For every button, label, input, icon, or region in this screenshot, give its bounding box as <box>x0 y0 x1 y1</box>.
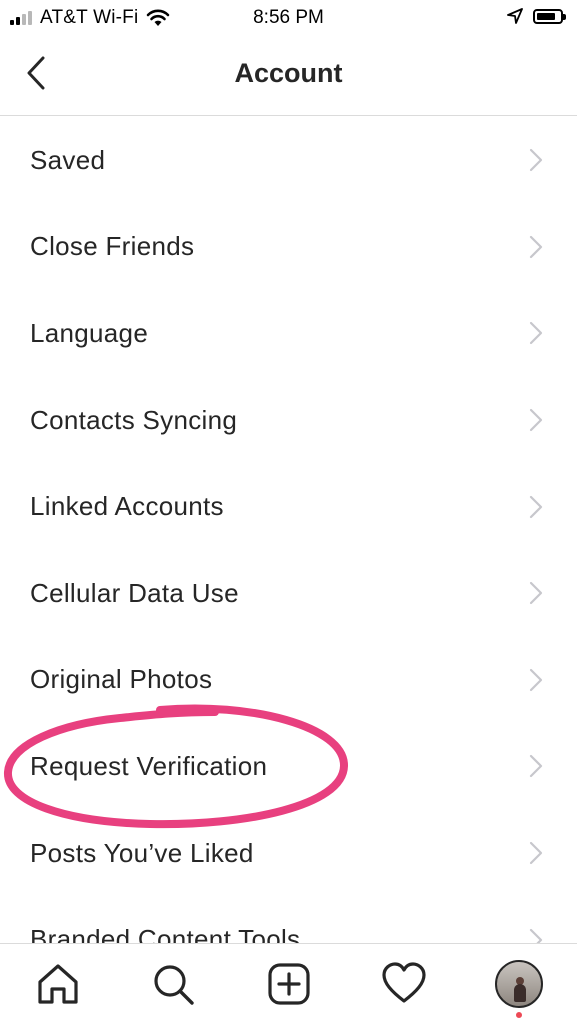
chevron-right-icon <box>529 841 543 865</box>
search-icon <box>154 965 194 1005</box>
list-item-original-photos[interactable]: Original Photos <box>0 637 577 724</box>
list-item-label: Branded Content Tools <box>30 924 301 943</box>
profile-avatar <box>495 960 544 1008</box>
location-arrow-icon <box>507 8 523 24</box>
tab-profile[interactable] <box>462 944 577 1024</box>
list-item-language[interactable]: Language <box>0 290 577 377</box>
list-item-label: Original Photos <box>30 664 213 695</box>
list-item-contacts-syncing[interactable]: Contacts Syncing <box>0 377 577 464</box>
list-item-label: Close Friends <box>30 231 195 262</box>
bottom-tab-bar <box>0 943 577 1024</box>
settings-list: Saved Close Friends Language Contacts Sy… <box>0 117 577 943</box>
status-right <box>507 8 566 24</box>
notification-dot <box>516 1012 523 1018</box>
new-post-icon <box>267 963 310 1005</box>
chevron-right-icon <box>529 495 543 518</box>
chevron-right-icon <box>529 755 543 778</box>
chevron-right-icon <box>529 668 543 691</box>
list-item-label: Posts You’ve Liked <box>30 837 254 868</box>
chevron-right-icon <box>529 582 543 605</box>
list-item-label: Contacts Syncing <box>30 404 238 435</box>
list-item-posts-youve-liked[interactable]: Posts You’ve Liked <box>0 810 577 897</box>
chevron-right-icon <box>529 235 543 258</box>
tab-new-post[interactable] <box>231 944 346 1024</box>
home-icon <box>38 964 78 1004</box>
chevron-right-icon <box>529 408 543 432</box>
list-item-label: Request Verification <box>30 750 268 781</box>
list-item-cellular-data-use[interactable]: Cellular Data Use <box>0 550 577 637</box>
activity-heart-icon <box>382 962 426 1003</box>
list-item-saved[interactable]: Saved <box>0 117 577 204</box>
status-time: 8:56 PM <box>253 7 324 28</box>
list-item-label: Saved <box>30 144 106 175</box>
list-item-label: Cellular Data Use <box>30 577 239 608</box>
list-item-linked-accounts[interactable]: Linked Accounts <box>0 463 577 550</box>
chevron-right-icon <box>529 149 543 172</box>
battery-icon <box>533 8 566 24</box>
chevron-right-icon <box>529 928 543 943</box>
status-bar: AT&T Wi-Fi 8:56 PM <box>0 0 577 36</box>
list-item-label: Linked Accounts <box>30 491 224 522</box>
tab-search[interactable] <box>115 944 230 1024</box>
chevron-right-icon <box>529 322 543 345</box>
tab-home[interactable] <box>0 944 115 1024</box>
page-title: Account <box>234 58 343 88</box>
list-item-label: Language <box>30 317 149 348</box>
tab-activity[interactable] <box>346 944 461 1024</box>
nav-header: Account <box>0 36 577 116</box>
list-item-close-friends[interactable]: Close Friends <box>0 204 577 291</box>
list-item-branded-content-tools[interactable]: Branded Content Tools <box>0 896 577 943</box>
list-item-request-verification[interactable]: Request Verification <box>0 723 577 810</box>
